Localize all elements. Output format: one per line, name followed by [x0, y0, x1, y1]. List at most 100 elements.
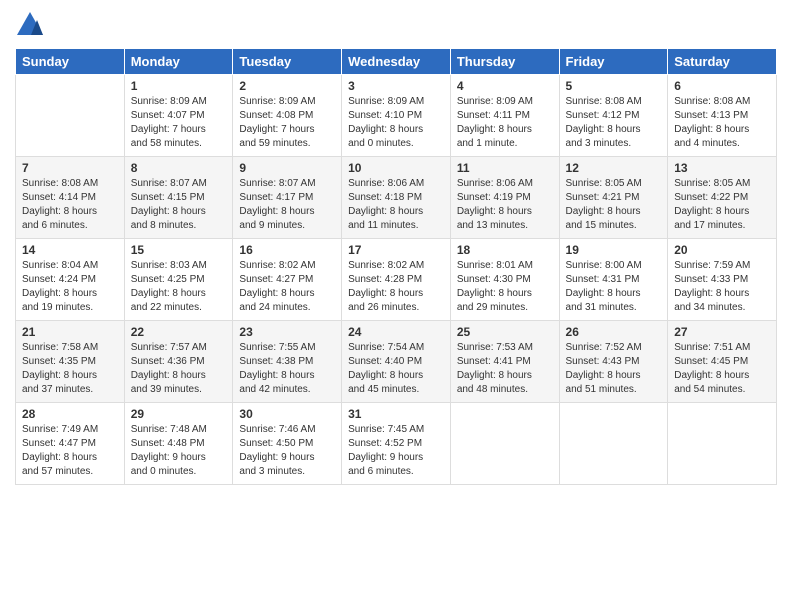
day-info: Sunrise: 7:53 AM Sunset: 4:41 PM Dayligh…: [457, 341, 553, 397]
day-header-tuesday: Tuesday: [233, 49, 342, 75]
day-info: Sunrise: 8:02 AM Sunset: 4:28 PM Dayligh…: [348, 259, 444, 315]
day-info: Sunrise: 8:09 AM Sunset: 4:07 PM Dayligh…: [131, 95, 227, 151]
day-info: Sunrise: 8:04 AM Sunset: 4:24 PM Dayligh…: [22, 259, 118, 315]
calendar-cell: 12Sunrise: 8:05 AM Sunset: 4:21 PM Dayli…: [559, 157, 668, 239]
day-number: 14: [22, 243, 118, 257]
header: [15, 10, 777, 40]
day-number: 20: [674, 243, 770, 257]
day-number: 26: [566, 325, 662, 339]
calendar-cell: 3Sunrise: 8:09 AM Sunset: 4:10 PM Daylig…: [342, 75, 451, 157]
day-header-friday: Friday: [559, 49, 668, 75]
calendar-cell: 15 Sunrise: 8:03 AM Sunset: 4:25 PM Dayli…: [124, 239, 233, 321]
day-info: Sunrise: 8:09 AM Sunset: 4:10 PM Dayligh…: [348, 95, 444, 151]
calendar-cell: 5 Sunrise: 8:08 AM Sunset: 4:12 PM Daylig…: [559, 75, 668, 157]
day-number: 11: [457, 161, 553, 175]
day-info: Sunrise: 8:09 AM Sunset: 4:11 PM Dayligh…: [457, 95, 553, 151]
calendar-cell: 1 Sunrise: 8:09 AM Sunset: 4:07 PM Daylig…: [124, 75, 233, 157]
calendar-cell: 31 Sunrise: 7:45 AM Sunset: 4:52 PM Dayli…: [342, 403, 451, 485]
day-info: Sunrise: 7:58 AM Sunset: 4:35 PM Dayligh…: [22, 341, 118, 397]
day-number: 22: [131, 325, 227, 339]
day-info: Sunrise: 8:01 AM Sunset: 4:30 PM Dayligh…: [457, 259, 553, 315]
day-number: 28: [22, 407, 118, 421]
day-number: 1: [131, 79, 227, 93]
day-info: Sunrise: 8:07 AM Sunset: 4:17 PM Dayligh…: [239, 177, 335, 233]
day-number: 15: [131, 243, 227, 257]
day-number: 17: [348, 243, 444, 257]
day-header-wednesday: Wednesday: [342, 49, 451, 75]
day-info: Sunrise: 7:54 AM Sunset: 4:40 PM Dayligh…: [348, 341, 444, 397]
day-number: 16: [239, 243, 335, 257]
day-info: Sunrise: 8:06 AM Sunset: 4:19 PM Dayligh…: [457, 177, 553, 233]
day-number: 5: [566, 79, 662, 93]
day-header-sunday: Sunday: [16, 49, 125, 75]
logo: [15, 10, 49, 40]
calendar-cell: 28 Sunrise: 7:49 AM Sunset: 4:47 PM Dayli…: [16, 403, 125, 485]
calendar-cell: 10Sunrise: 8:06 AM Sunset: 4:18 PM Dayli…: [342, 157, 451, 239]
day-info: Sunrise: 8:07 AM Sunset: 4:15 PM Dayligh…: [131, 177, 227, 233]
calendar-cell: [450, 403, 559, 485]
calendar-cell: 8 Sunrise: 8:07 AM Sunset: 4:15 PM Daylig…: [124, 157, 233, 239]
calendar-cell: 26 Sunrise: 7:52 AM Sunset: 4:43 PM Dayli…: [559, 321, 668, 403]
day-number: 18: [457, 243, 553, 257]
day-info: Sunrise: 7:55 AM Sunset: 4:38 PM Dayligh…: [239, 341, 335, 397]
calendar-cell: 4 Sunrise: 8:09 AM Sunset: 4:11 PM Daylig…: [450, 75, 559, 157]
calendar-cell: 21 Sunrise: 7:58 AM Sunset: 4:35 PM Dayli…: [16, 321, 125, 403]
day-number: 2: [239, 79, 335, 93]
calendar-cell: 16Sunrise: 8:02 AM Sunset: 4:27 PM Dayli…: [233, 239, 342, 321]
day-info: Sunrise: 8:06 AM Sunset: 4:18 PM Dayligh…: [348, 177, 444, 233]
calendar-cell: 27 Sunrise: 7:51 AM Sunset: 4:45 PM Dayli…: [668, 321, 777, 403]
week-row-2: 14 Sunrise: 8:04 AM Sunset: 4:24 PM Dayli…: [16, 239, 777, 321]
day-info: Sunrise: 8:08 AM Sunset: 4:13 PM Dayligh…: [674, 95, 770, 151]
day-number: 23: [239, 325, 335, 339]
calendar-cell: 19 Sunrise: 8:00 AM Sunset: 4:31 PM Dayli…: [559, 239, 668, 321]
day-number: 31: [348, 407, 444, 421]
calendar-cell: 29Sunrise: 7:48 AM Sunset: 4:48 PM Dayli…: [124, 403, 233, 485]
day-info: Sunrise: 7:59 AM Sunset: 4:33 PM Dayligh…: [674, 259, 770, 315]
day-number: 8: [131, 161, 227, 175]
day-number: 25: [457, 325, 553, 339]
calendar-cell: 24 Sunrise: 7:54 AM Sunset: 4:40 PM Dayli…: [342, 321, 451, 403]
day-number: 21: [22, 325, 118, 339]
calendar-cell: 22 Sunrise: 7:57 AM Sunset: 4:36 PM Dayli…: [124, 321, 233, 403]
day-number: 13: [674, 161, 770, 175]
calendar-cell: 25 Sunrise: 7:53 AM Sunset: 4:41 PM Dayli…: [450, 321, 559, 403]
day-info: Sunrise: 8:03 AM Sunset: 4:25 PM Dayligh…: [131, 259, 227, 315]
day-info: Sunrise: 7:51 AM Sunset: 4:45 PM Dayligh…: [674, 341, 770, 397]
calendar-cell: 30Sunrise: 7:46 AM Sunset: 4:50 PM Dayli…: [233, 403, 342, 485]
calendar-cell: 23 Sunrise: 7:55 AM Sunset: 4:38 PM Dayli…: [233, 321, 342, 403]
day-info: Sunrise: 7:57 AM Sunset: 4:36 PM Dayligh…: [131, 341, 227, 397]
calendar-cell: 13 Sunrise: 8:05 AM Sunset: 4:22 PM Dayli…: [668, 157, 777, 239]
calendar: SundayMondayTuesdayWednesdayThursdayFrid…: [15, 48, 777, 485]
day-header-saturday: Saturday: [668, 49, 777, 75]
page: SundayMondayTuesdayWednesdayThursdayFrid…: [0, 0, 792, 612]
day-number: 4: [457, 79, 553, 93]
day-info: Sunrise: 7:45 AM Sunset: 4:52 PM Dayligh…: [348, 423, 444, 479]
day-header-monday: Monday: [124, 49, 233, 75]
week-row-1: 7 Sunrise: 8:08 AM Sunset: 4:14 PM Daylig…: [16, 157, 777, 239]
day-number: 30: [239, 407, 335, 421]
calendar-cell: 20 Sunrise: 7:59 AM Sunset: 4:33 PM Dayli…: [668, 239, 777, 321]
calendar-cell: 6Sunrise: 8:08 AM Sunset: 4:13 PM Daylig…: [668, 75, 777, 157]
calendar-cell: 2 Sunrise: 8:09 AM Sunset: 4:08 PM Daylig…: [233, 75, 342, 157]
day-info: Sunrise: 8:05 AM Sunset: 4:22 PM Dayligh…: [674, 177, 770, 233]
day-number: 7: [22, 161, 118, 175]
day-info: Sunrise: 8:08 AM Sunset: 4:12 PM Dayligh…: [566, 95, 662, 151]
day-info: Sunrise: 7:49 AM Sunset: 4:47 PM Dayligh…: [22, 423, 118, 479]
day-number: 24: [348, 325, 444, 339]
day-info: Sunrise: 7:52 AM Sunset: 4:43 PM Dayligh…: [566, 341, 662, 397]
logo-icon: [15, 10, 45, 40]
week-row-0: 1 Sunrise: 8:09 AM Sunset: 4:07 PM Daylig…: [16, 75, 777, 157]
day-info: Sunrise: 8:09 AM Sunset: 4:08 PM Dayligh…: [239, 95, 335, 151]
day-header-thursday: Thursday: [450, 49, 559, 75]
day-number: 27: [674, 325, 770, 339]
calendar-cell: 7 Sunrise: 8:08 AM Sunset: 4:14 PM Daylig…: [16, 157, 125, 239]
day-info: Sunrise: 8:00 AM Sunset: 4:31 PM Dayligh…: [566, 259, 662, 315]
day-number: 19: [566, 243, 662, 257]
day-number: 12: [566, 161, 662, 175]
week-row-3: 21 Sunrise: 7:58 AM Sunset: 4:35 PM Dayli…: [16, 321, 777, 403]
calendar-cell: 9Sunrise: 8:07 AM Sunset: 4:17 PM Daylig…: [233, 157, 342, 239]
calendar-cell: [16, 75, 125, 157]
calendar-cell: 14 Sunrise: 8:04 AM Sunset: 4:24 PM Dayli…: [16, 239, 125, 321]
calendar-cell: [559, 403, 668, 485]
day-info: Sunrise: 8:08 AM Sunset: 4:14 PM Dayligh…: [22, 177, 118, 233]
